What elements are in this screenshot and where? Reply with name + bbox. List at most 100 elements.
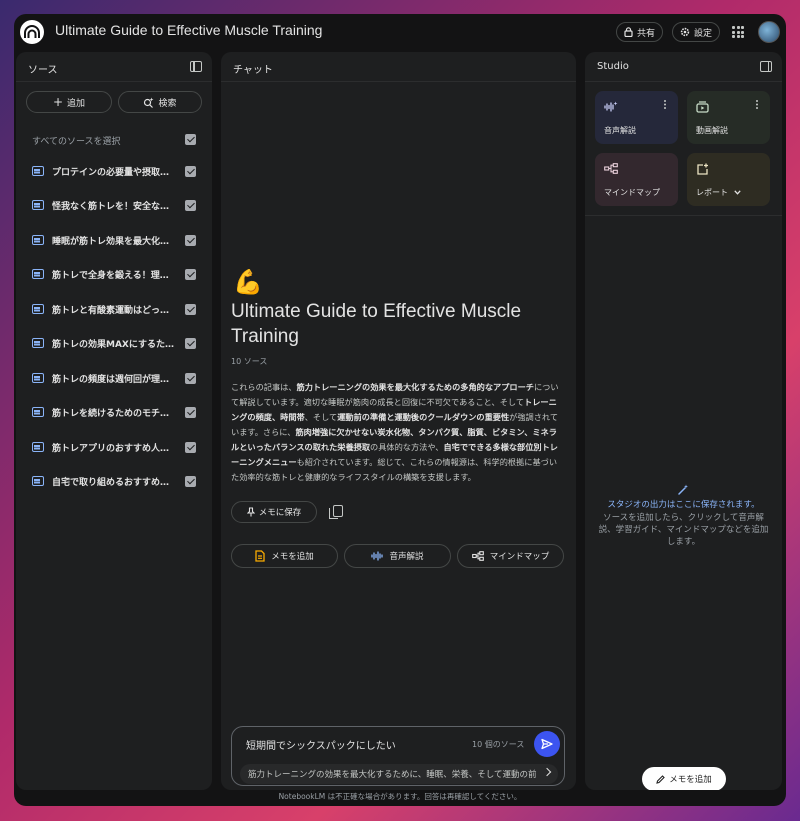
plus-icon: + (52, 95, 64, 109)
suggested-question[interactable]: 筋力トレーニングの効果を最大化するために、睡眠、栄養、そして運動の前 (240, 764, 558, 784)
video-icon (696, 101, 709, 113)
audio-wave-icon (371, 551, 384, 561)
apps-grid-icon[interactable] (732, 26, 744, 38)
chat-composer: 短期間でシックスパックにしたい 10 個のソース 筋力トレーニングの効果を最大化… (231, 726, 565, 786)
studio-title: Studio (597, 61, 629, 72)
magic-wand-icon (678, 484, 688, 495)
chevron-down-icon[interactable] (734, 190, 741, 195)
source-item[interactable]: 睡眠が筋トレ効果を最大化す... (16, 224, 212, 258)
source-item-label: 筋トレと有酸素運動はどっち... (52, 306, 174, 316)
logo-icon (24, 25, 40, 38)
video-overview-tile[interactable]: 動画解説 (687, 91, 770, 144)
collapse-studio-icon[interactable] (760, 61, 772, 72)
source-item[interactable]: 自宅で取り組めるおすすめ筋... (16, 465, 212, 499)
source-checkbox[interactable] (185, 476, 196, 487)
video-overview-tile-label: 動画解説 (696, 126, 728, 135)
save-memo-label: メモに保存 (258, 508, 302, 518)
web-source-icon (32, 476, 44, 486)
mind-map-chip[interactable]: マインドマップ (457, 544, 564, 568)
disclaimer-footer: NotebookLM は不正確な場合があります。回答は再確認してください。 (278, 792, 522, 801)
top-bar: Ultimate Guide to Effective Muscle Train… (14, 14, 786, 50)
report-add-icon (697, 163, 708, 175)
report-tile-label-row: レポート (696, 187, 741, 198)
audio-overview-tile[interactable]: 音声解説 (595, 91, 678, 144)
source-item[interactable]: 筋トレで全身を鍛える！理想... (16, 258, 212, 292)
source-item-label: 自宅で取り組めるおすすめ筋... (52, 478, 174, 488)
avatar[interactable] (758, 21, 780, 43)
search-sparkle-icon (144, 97, 154, 108)
add-memo-button[interactable]: メモを追加 (642, 767, 726, 790)
studio-panel: Studio 音声解説 動画解説 マインドマップ レポート スタジオの出力はここ… (585, 52, 782, 790)
mind-map-icon (471, 551, 484, 561)
studio-header: Studio (585, 52, 782, 82)
suggested-question-label: 筋力トレーニングの効果を最大化するために、睡眠、栄養、そして運動の前 (248, 770, 537, 780)
source-checkbox[interactable] (185, 373, 196, 384)
source-item-label: 睡眠が筋トレ効果を最大化す... (52, 237, 174, 247)
web-source-icon (32, 235, 44, 245)
source-checkbox[interactable] (185, 338, 196, 349)
source-item[interactable]: 筋トレの頻度は週何回が理想... (16, 362, 212, 396)
source-checkbox[interactable] (185, 304, 196, 315)
sources-title: ソース (28, 65, 58, 76)
audio-overview-chip[interactable]: 音声解説 (344, 544, 451, 568)
search-label: 検索 (158, 98, 177, 109)
studio-empty-title: スタジオの出力はここに保存されます。 (607, 500, 760, 510)
source-item-label: 筋トレアプリのおすすめ人気ラ... (52, 444, 174, 454)
source-item[interactable]: 筋トレアプリのおすすめ人気ラ... (16, 431, 212, 465)
web-source-icon (32, 442, 44, 452)
sources-panel: ソース + 追加 検索 すべてのソースを選択 プロテインの必要量や摂取タ... … (16, 52, 212, 790)
settings-label: 設定 (694, 28, 713, 39)
notebooklm-logo[interactable] (20, 20, 44, 44)
copy-icon[interactable] (329, 505, 343, 519)
web-source-icon (32, 269, 44, 279)
chat-title: チャット (233, 65, 273, 76)
note-icon (255, 550, 265, 562)
composer-source-count: 10 個のソース (472, 740, 525, 749)
source-item[interactable]: 筋トレと有酸素運動はどっち... (16, 293, 212, 327)
settings-button[interactable]: 設定 (672, 22, 721, 42)
send-icon (541, 738, 553, 750)
pencil-icon (656, 774, 666, 784)
notebook-title[interactable]: Ultimate Guide to Effective Muscle Train… (55, 22, 322, 38)
add-source-button[interactable]: + 追加 (26, 91, 112, 113)
source-item[interactable]: 筋トレの効果MAXにするため... (16, 327, 212, 361)
collapse-sources-icon[interactable] (190, 61, 202, 72)
mind-map-icon (604, 163, 618, 174)
chat-input[interactable]: 短期間でシックスパックにしたい (246, 737, 396, 752)
source-item-label: 怪我なく筋トレを！安全なト... (52, 202, 174, 212)
add-memo-chip[interactable]: メモを追加 (231, 544, 338, 568)
audio-overview-tile-label: 音声解説 (604, 126, 636, 135)
source-item[interactable]: 筋トレを続けるためのモチベ... (16, 396, 212, 430)
source-item-label: 筋トレの効果MAXにするため... (52, 340, 174, 350)
source-checkbox[interactable] (185, 269, 196, 280)
select-all-checkbox[interactable] (185, 134, 196, 145)
studio-divider (585, 215, 782, 216)
sources-header: ソース (16, 52, 212, 82)
source-item-label: 筋トレの頻度は週何回が理想... (52, 375, 174, 385)
mind-map-tile-label: マインドマップ (604, 188, 660, 197)
chat-header: チャット (221, 52, 576, 82)
share-button[interactable]: 共有 (616, 22, 664, 42)
more-vert-icon[interactable] (664, 100, 666, 102)
source-item[interactable]: 怪我なく筋トレを！安全なト... (16, 189, 212, 223)
source-count: 10 ソース (231, 357, 268, 366)
source-checkbox[interactable] (185, 200, 196, 211)
send-button[interactable] (534, 731, 560, 757)
source-checkbox[interactable] (185, 407, 196, 418)
more-vert-icon[interactable] (756, 100, 758, 102)
web-source-icon (32, 166, 44, 176)
report-tile[interactable]: レポート (687, 153, 770, 206)
mind-map-tile[interactable]: マインドマップ (595, 153, 678, 206)
source-item[interactable]: プロテインの必要量や摂取タ... (16, 155, 212, 189)
audio-overview-chip-label: 音声解説 (389, 552, 424, 562)
discover-sources-button[interactable]: 検索 (118, 91, 202, 113)
add-memo-chip-label: メモを追加 (271, 552, 314, 562)
audio-wave-icon (604, 101, 618, 112)
source-checkbox[interactable] (185, 166, 196, 177)
add-memo-label: メモを追加 (669, 775, 712, 785)
save-to-memo-button[interactable]: メモに保存 (231, 501, 317, 523)
source-checkbox[interactable] (185, 235, 196, 246)
web-source-icon (32, 200, 44, 210)
chevron-right-icon[interactable] (542, 767, 552, 777)
source-checkbox[interactable] (185, 442, 196, 453)
